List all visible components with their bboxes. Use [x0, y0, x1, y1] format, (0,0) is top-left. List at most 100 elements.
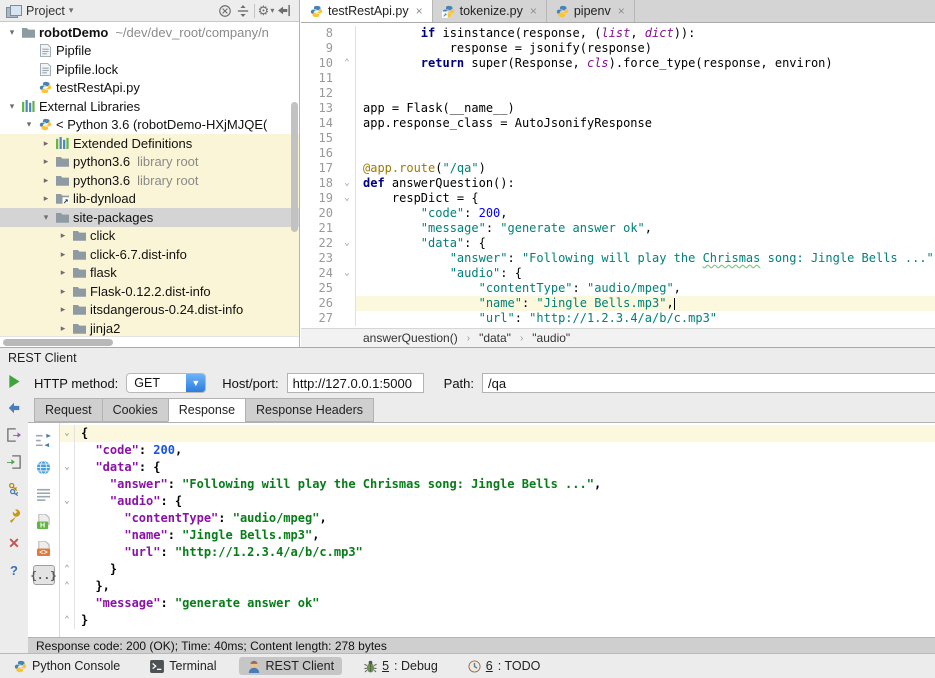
fold-marker-down[interactable]: ⌄ [60, 425, 75, 442]
editor-tab-tokenize-py[interactable]: tokenize.py× [433, 0, 547, 22]
reformat-icon[interactable] [33, 430, 55, 450]
fold-marker-down[interactable]: ⌄ [339, 176, 356, 191]
response-line-12[interactable]: ⌃} [60, 612, 935, 629]
tree-item-site-packages[interactable]: ▾site-packages [0, 208, 299, 227]
response-line-2[interactable]: "code": 200, [60, 442, 935, 459]
response-line-10[interactable]: ⌃ }, [60, 578, 935, 595]
code-line-18[interactable]: 18⌄def answerQuestion(): [301, 176, 935, 191]
tree-item-flask[interactable]: ▸flask [0, 264, 299, 283]
code-line-15[interactable]: 15 [301, 131, 935, 146]
close-tab-icon[interactable]: × [416, 4, 423, 18]
chevron-right-icon[interactable]: ▸ [55, 323, 71, 334]
tree-item-pipfile[interactable]: Pipfile [0, 42, 299, 61]
response-line-1[interactable]: ⌄{ [60, 425, 935, 442]
import-icon[interactable] [5, 453, 23, 471]
tree-hscroll-thumb[interactable] [3, 339, 113, 346]
tree-item-testrestapi-py[interactable]: testRestApi.py [0, 79, 299, 98]
code-line-12[interactable]: 12 [301, 86, 935, 101]
tree-item-python-3-6-robotdemo-hxjmjqe[interactable]: ▾< Python 3.6 (robotDemo-HXjMJQE( [0, 116, 299, 135]
hide-panel-icon[interactable] [275, 2, 293, 20]
fold-marker-up[interactable]: ⌃ [60, 578, 75, 595]
code-line-9[interactable]: 9 response = jsonify(response) [301, 41, 935, 56]
response-line-11[interactable]: "message": "generate answer ok" [60, 595, 935, 612]
editor-tab-testrestapi-py[interactable]: testRestApi.py× [301, 0, 433, 22]
html-view-icon[interactable]: H [33, 511, 55, 531]
code-line-20[interactable]: 20 "code": 200, [301, 206, 935, 221]
code-line-26[interactable]: 26 "name": "Jingle Bells.mp3", [301, 296, 935, 311]
response-line-8[interactable]: "url": "http://1.2.3.4/a/b/c.mp3" [60, 544, 935, 561]
back-icon[interactable] [5, 399, 23, 417]
globe-icon[interactable] [33, 457, 55, 477]
editor-tab-pipenv[interactable]: pipenv× [547, 0, 635, 22]
http-method-select[interactable]: GET ▼ [126, 373, 206, 393]
export-icon[interactable] [5, 426, 23, 444]
project-view-chevron-icon[interactable]: ▾ [69, 5, 74, 16]
code-line-17[interactable]: 17@app.route("/qa") [301, 161, 935, 176]
code-line-11[interactable]: 11 [301, 71, 935, 86]
fold-marker-up[interactable]: ⌃ [60, 561, 75, 578]
rest-tab-response[interactable]: Response [168, 398, 245, 422]
code-line-23[interactable]: 23 "answer": "Following will play the Ch… [301, 251, 935, 266]
breadcrumb-item[interactable]: answerQuestion() [363, 331, 458, 345]
fold-marker-down[interactable]: ⌄ [339, 266, 356, 281]
chevron-right-icon[interactable]: ▸ [38, 175, 54, 186]
tree-item-pipfile-lock[interactable]: Pipfile.lock [0, 60, 299, 79]
code-line-24[interactable]: 24⌄ "audio": { [301, 266, 935, 281]
fold-marker-down[interactable]: ⌄ [339, 191, 356, 206]
tree-item-jinja2[interactable]: ▸jinja2 [0, 319, 299, 336]
code-line-10[interactable]: 10⌃ return super(Response, cls).force_ty… [301, 56, 935, 71]
tree-item-python3-6[interactable]: ▸python3.6library root [0, 171, 299, 190]
response-line-6[interactable]: "contentType": "audio/mpeg", [60, 510, 935, 527]
response-line-3[interactable]: ⌄ "data": { [60, 459, 935, 476]
rest-tab-response-headers[interactable]: Response Headers [245, 398, 374, 422]
locate-icon[interactable] [216, 2, 234, 20]
chevron-right-icon[interactable]: ▸ [55, 230, 71, 241]
settings-gear-icon[interactable]: ⚙▾ [257, 2, 275, 20]
path-input[interactable] [482, 373, 935, 393]
code-line-14[interactable]: 14app.response_class = AutoJsonifyRespon… [301, 116, 935, 131]
code-line-21[interactable]: 21 "message": "generate answer ok", [301, 221, 935, 236]
text-view-icon[interactable] [33, 484, 55, 504]
tree-item-click[interactable]: ▸click [0, 227, 299, 246]
chevron-right-icon[interactable]: ▸ [55, 249, 71, 260]
settings-wrench-icon[interactable] [5, 507, 23, 525]
help-icon[interactable]: ? [5, 561, 23, 579]
chevron-down-icon[interactable]: ▾ [4, 101, 20, 112]
chevron-right-icon[interactable]: ▸ [55, 267, 71, 278]
toolwindow-button-python-console[interactable]: Python Console [6, 657, 128, 675]
tree-item-python3-6[interactable]: ▸python3.6library root [0, 153, 299, 172]
code-line-13[interactable]: 13app = Flask(__name__) [301, 101, 935, 116]
xml-view-icon[interactable]: <> [33, 538, 55, 558]
code-line-25[interactable]: 25 "contentType": "audio/mpeg", [301, 281, 935, 296]
response-json-viewer[interactable]: ⌄{ "code": 200,⌄ "data": { "answer": "Fo… [60, 423, 935, 637]
tree-item-robotdemo[interactable]: ▾robotDemo~/dev/dev_root/company/n [0, 23, 299, 42]
toolwindow-button-6-todo[interactable]: 6: TODO [460, 657, 549, 675]
tree-item-extended-definitions[interactable]: ▸Extended Definitions [0, 134, 299, 153]
chevron-down-icon[interactable]: ▾ [38, 212, 54, 223]
breadcrumb-item[interactable]: "data" [479, 331, 511, 345]
fold-marker-up[interactable]: ⌃ [339, 56, 356, 71]
chevron-down-icon[interactable]: ▼ [186, 374, 205, 392]
toolwindow-button-5-debug[interactable]: 5: Debug [356, 657, 446, 675]
collapse-all-icon[interactable] [234, 2, 252, 20]
response-line-5[interactable]: ⌄ "audio": { [60, 493, 935, 510]
fold-marker-down[interactable]: ⌄ [60, 493, 75, 510]
code-line-19[interactable]: 19⌄ respDict = { [301, 191, 935, 206]
rest-tab-cookies[interactable]: Cookies [102, 398, 168, 422]
tree-item-flask-0-12-2-dist-info[interactable]: ▸Flask-0.12.2.dist-info [0, 282, 299, 301]
tree-horizontal-scrollbar[interactable] [0, 336, 299, 347]
close-tab-icon[interactable]: × [530, 4, 537, 18]
chevron-right-icon[interactable]: ▸ [38, 138, 54, 149]
run-icon[interactable] [5, 372, 23, 390]
code-line-27[interactable]: 27 "url": "http://1.2.3.4/a/b/c.mp3" [301, 311, 935, 326]
chevron-right-icon[interactable]: ▸ [38, 156, 54, 167]
tree-item-click-6-7-dist-info[interactable]: ▸click-6.7.dist-info [0, 245, 299, 264]
tree-vertical-scrollbar[interactable] [291, 102, 298, 232]
rest-tab-request[interactable]: Request [34, 398, 102, 422]
chevron-right-icon[interactable]: ▸ [55, 286, 71, 297]
response-line-9[interactable]: ⌃ } [60, 561, 935, 578]
json-view-icon[interactable]: {..} [33, 565, 55, 585]
toolwindow-button-terminal[interactable]: Terminal [142, 657, 224, 675]
auth-keys-icon[interactable] [5, 480, 23, 498]
chevron-right-icon[interactable]: ▸ [38, 193, 54, 204]
